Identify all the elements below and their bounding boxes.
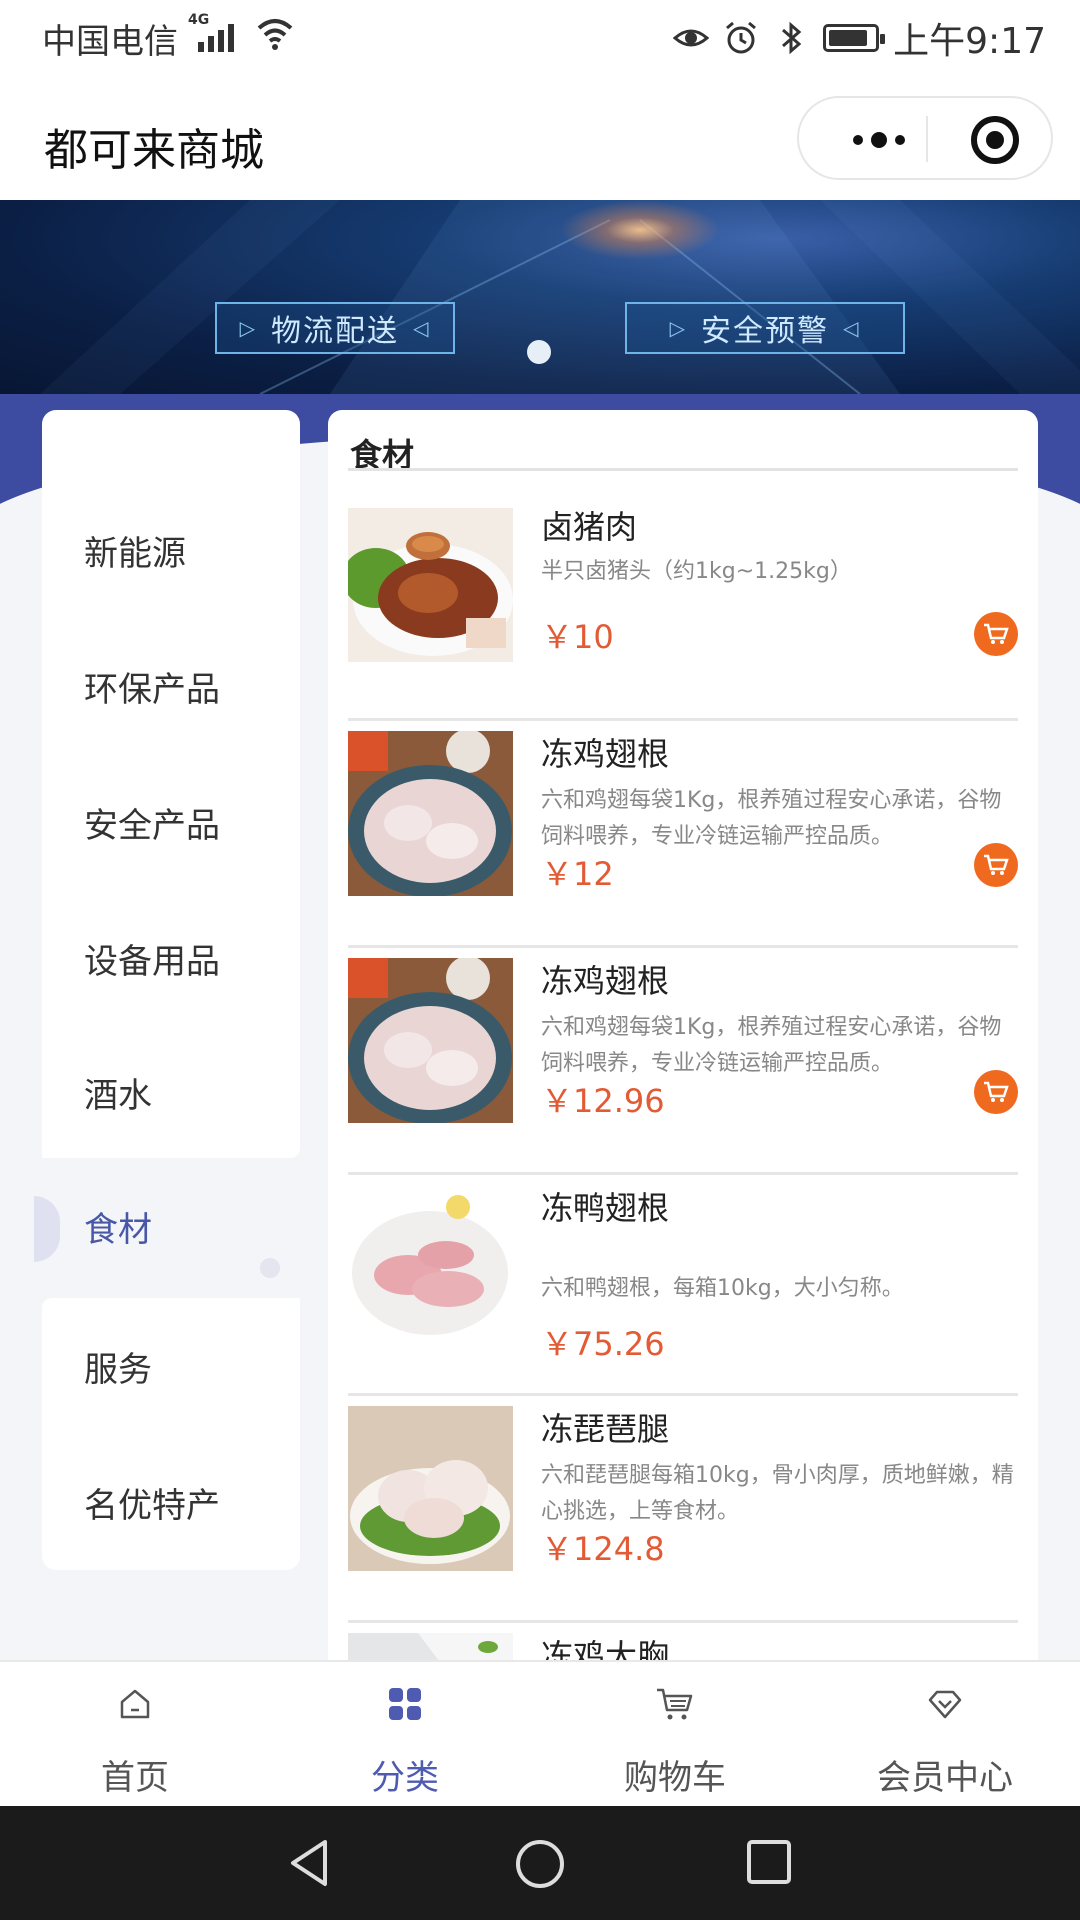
product-card[interactable]: 冻鸭翅根 六和鸭翅根，每箱10kg，大小匀称。 ￥75.26 bbox=[348, 1175, 1018, 1396]
cart-icon bbox=[984, 854, 1009, 875]
status-bar: 中国电信 4G 上午9:17 bbox=[0, 0, 1080, 74]
more-menu-button[interactable] bbox=[837, 128, 921, 152]
product-card[interactable]: 卤猪肉 半只卤猪头（约1kg~1.25kg） ￥10 bbox=[348, 494, 1018, 721]
add-to-cart-button[interactable] bbox=[974, 1070, 1018, 1114]
product-image-duck-wings[interactable] bbox=[348, 1185, 513, 1350]
tab-category[interactable]: 分类 bbox=[270, 1662, 540, 1808]
sidebar-item-food[interactable]: 食材 bbox=[34, 1158, 300, 1294]
miniprogram-capsule bbox=[797, 96, 1053, 180]
product-card[interactable]: 冻鸡翅根 六和鸡翅每袋1Kg，根养殖过程安心承诺，谷物饲料喂养，专业冷链运输严控… bbox=[348, 721, 1018, 948]
banner-beams bbox=[40, 200, 1080, 394]
carousel-indicator bbox=[527, 340, 551, 364]
product-image-braised-pork[interactable] bbox=[348, 508, 513, 662]
product-price: ￥10 bbox=[541, 618, 614, 656]
banner-tag-safety: ▷ 安全预警 ◁ bbox=[625, 302, 905, 354]
add-to-cart-button[interactable] bbox=[974, 843, 1018, 887]
add-to-cart-button[interactable] bbox=[974, 612, 1018, 656]
alarm-icon bbox=[726, 21, 757, 54]
sidebar-item-new-energy[interactable]: 新能源 bbox=[42, 482, 300, 618]
product-image-chicken-breast[interactable] bbox=[348, 1633, 513, 1660]
product-desc: 半只卤猪头（约1kg~1.25kg） bbox=[541, 559, 852, 584]
close-miniprogram-button[interactable] bbox=[971, 116, 1019, 164]
cart-icon bbox=[657, 1688, 693, 1720]
banner-tag-logistics: ▷ 物流配送 ◁ bbox=[215, 302, 455, 354]
product-card[interactable]: 冻琵琶腿 六和琵琶腿每箱10kg，骨小肉厚，质地鲜嫩，精心挑选，上等食材。 ￥1… bbox=[348, 1396, 1018, 1623]
section-divider bbox=[348, 468, 1018, 471]
product-price: ￥12 bbox=[541, 855, 614, 893]
carrier-label: 中国电信 bbox=[42, 22, 178, 62]
product-list-panel: 食材 卤猪肉 半只卤猪头（约1kg~1.25kg） ￥10 冻鸡翅根 六和鸡翅每… bbox=[328, 410, 1038, 1660]
product-name: 卤猪肉 bbox=[541, 508, 638, 546]
product-desc: 六和鸭翅根，每箱10kg，大小匀称。 bbox=[541, 1276, 904, 1301]
product-name: 冻鸡翅根 bbox=[541, 735, 670, 773]
cart-icon bbox=[984, 1081, 1009, 1102]
cart-icon bbox=[984, 623, 1009, 644]
home-circle-icon[interactable] bbox=[514, 1838, 566, 1890]
tab-home[interactable]: 首页 bbox=[0, 1662, 270, 1808]
sidebar-item-safety[interactable]: 安全产品 bbox=[42, 754, 300, 890]
active-indicator bbox=[34, 1196, 60, 1262]
capsule-divider bbox=[926, 116, 928, 162]
product-name: 冻鸡翅根 bbox=[541, 962, 670, 1000]
system-navigation-bar bbox=[0, 1806, 1080, 1920]
product-image-chicken-wings[interactable] bbox=[348, 731, 513, 896]
clock: 上午9:17 bbox=[893, 21, 1046, 62]
recent-apps-icon[interactable] bbox=[745, 1838, 793, 1886]
category-icon bbox=[389, 1688, 421, 1720]
product-name: 冻鸭翅根 bbox=[541, 1189, 670, 1227]
tab-cart[interactable]: 购物车 bbox=[540, 1662, 810, 1808]
sidebar-item-equipment[interactable]: 设备用品 bbox=[42, 890, 300, 1026]
home-icon bbox=[120, 1689, 150, 1719]
sidebar-item-drinks[interactable]: 酒水 bbox=[42, 1026, 300, 1158]
eye-icon bbox=[673, 29, 710, 47]
product-name: 冻琵琶腿 bbox=[541, 1410, 670, 1448]
tab-member[interactable]: 会员中心 bbox=[810, 1662, 1080, 1808]
product-card[interactable]: 冻鸡大胸 bbox=[348, 1623, 1018, 1660]
product-card[interactable]: 冻鸡翅根 六和鸡翅每袋1Kg，根养殖过程安心承诺，谷物饲料喂养，专业冷链运输严控… bbox=[348, 948, 1018, 1175]
product-image-chicken-wings[interactable] bbox=[348, 958, 513, 1123]
tab-bar: 首页 分类 购物车 会员中心 bbox=[0, 1660, 1080, 1808]
signal-icon: 4G bbox=[188, 12, 234, 52]
wifi-icon bbox=[257, 19, 293, 50]
network-type: 4G bbox=[188, 12, 210, 28]
nav-bar: 都可来商城 bbox=[0, 74, 1080, 200]
sidebar-item-specialty[interactable]: 名优特产 bbox=[42, 1434, 300, 1570]
member-icon bbox=[928, 1690, 962, 1719]
product-image-drumsticks[interactable] bbox=[348, 1406, 513, 1571]
product-price: ￥12.96 bbox=[541, 1082, 665, 1120]
battery-icon bbox=[823, 24, 886, 52]
product-desc: 六和鸡翅每袋1Kg，根养殖过程安心承诺，谷物饲料喂养，专业冷链运输严控品质。 bbox=[541, 1015, 1002, 1076]
product-name: 冻鸡大胸 bbox=[541, 1637, 670, 1660]
banner-carousel[interactable] bbox=[0, 200, 1080, 397]
back-icon[interactable] bbox=[285, 1838, 335, 1888]
product-desc: 六和鸡翅每袋1Kg，根养殖过程安心承诺，谷物饲料喂养，专业冷链运输严控品质。 bbox=[541, 788, 1002, 849]
product-desc: 六和琵琶腿每箱10kg，骨小肉厚，质地鲜嫩，精心挑选，上等食材。 bbox=[541, 1463, 1014, 1524]
page-title: 都可来商城 bbox=[44, 125, 264, 176]
sidebar-item-service[interactable]: 服务 bbox=[42, 1298, 300, 1434]
product-price: ￥75.26 bbox=[541, 1325, 665, 1363]
product-price: ￥124.8 bbox=[541, 1530, 665, 1568]
sidebar-item-eco[interactable]: 环保产品 bbox=[42, 618, 300, 754]
bluetooth-icon bbox=[782, 21, 802, 55]
